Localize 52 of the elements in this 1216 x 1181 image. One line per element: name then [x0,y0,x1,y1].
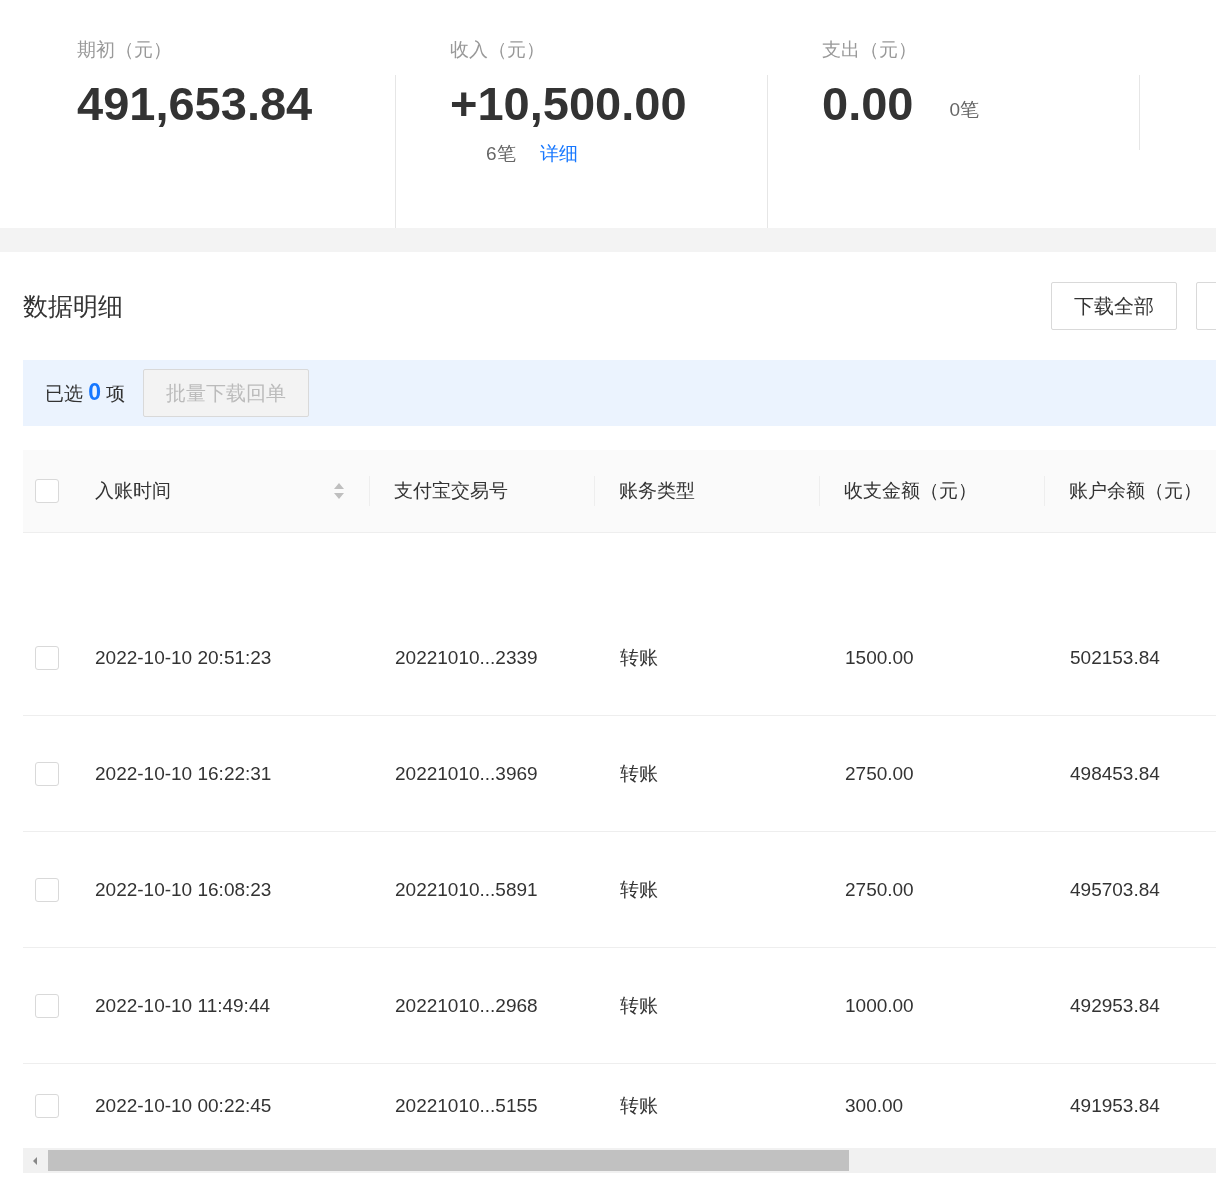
table-cell: 20221010...5891 [395,878,538,901]
table-cell: 300.00 [845,1095,904,1117]
select-all-checkbox[interactable] [35,479,59,503]
horizontal-scrollbar[interactable] [23,1148,1216,1173]
row-checkbox[interactable] [35,1094,59,1118]
count-text: 0笔 [949,98,980,122]
table-cell: 2022-10-10 11:49:44 [95,994,271,1017]
table-cell: 20221010...3969 [395,762,538,785]
summary-amount: 0.00 [822,75,914,131]
row-checkbox[interactable] [35,877,59,902]
table-cell: 2750.00 [845,762,914,785]
selected-count-text: 已选 0 项 [45,379,126,407]
table-cell-text: 转账 [620,1094,658,1118]
table-cell-text: 转账 [620,645,658,670]
scroll-left-icon[interactable] [31,1155,39,1166]
column-header[interactable]: 支付宝交易号 [370,476,595,506]
table-cell: 1000.00 [845,994,914,1017]
table-cell: 20221010...2339 [395,646,538,669]
table-cell: 491953.84 [1070,1095,1160,1117]
row-checkbox[interactable] [35,645,59,670]
table-cell: 20221010...5155 [395,1095,538,1117]
scrollbar-thumb[interactable] [48,1150,849,1171]
detail-link[interactable]: 详细 [539,141,578,167]
download-all-button[interactable]: 下载全部 [1051,282,1177,330]
table-cell-text: 转账 [620,761,658,786]
table-cell-text: 转账 [620,877,658,902]
table-cell: 2022-10-10 16:08:23 [95,878,272,901]
summary-amount: +10,500.00 [450,75,687,131]
table-cell: 502153.84 [1070,646,1160,669]
column-header[interactable]: 账务类型 [595,476,820,506]
count-text: 6笔 [486,142,516,166]
column-header[interactable]: 收支金额（元） [820,476,1045,506]
section-title: 数据明细 [23,290,123,322]
table-cell: 495703.84 [1070,878,1160,901]
table-cell: 2022-10-10 00:22:45 [95,1095,272,1117]
table-cell: 498453.84 [1070,762,1160,785]
table-cell: 1500.00 [845,646,914,669]
summary-label: 支出（元） [822,38,918,62]
table-cell: 2022-10-10 20:51:23 [95,646,272,669]
row-checkbox[interactable] [35,761,59,786]
table-cell: 20221010...2968 [395,994,538,1017]
summary-label: 收入（元） [450,38,546,62]
table-cell-text: 转账 [620,993,658,1018]
row-checkbox[interactable] [35,993,59,1018]
table-cell: 2750.00 [845,878,914,901]
column-header[interactable]: 入账时间 [95,476,370,506]
summary-amount: 491,653.84 [77,75,313,131]
sort-icon[interactable] [333,481,345,501]
summary-label: 期初（元） [77,38,173,62]
table-cell: 2022-10-10 16:22:31 [95,762,272,785]
column-header[interactable]: 账户余额（元） [1045,476,1216,506]
table-cell: 492953.84 [1070,994,1160,1017]
